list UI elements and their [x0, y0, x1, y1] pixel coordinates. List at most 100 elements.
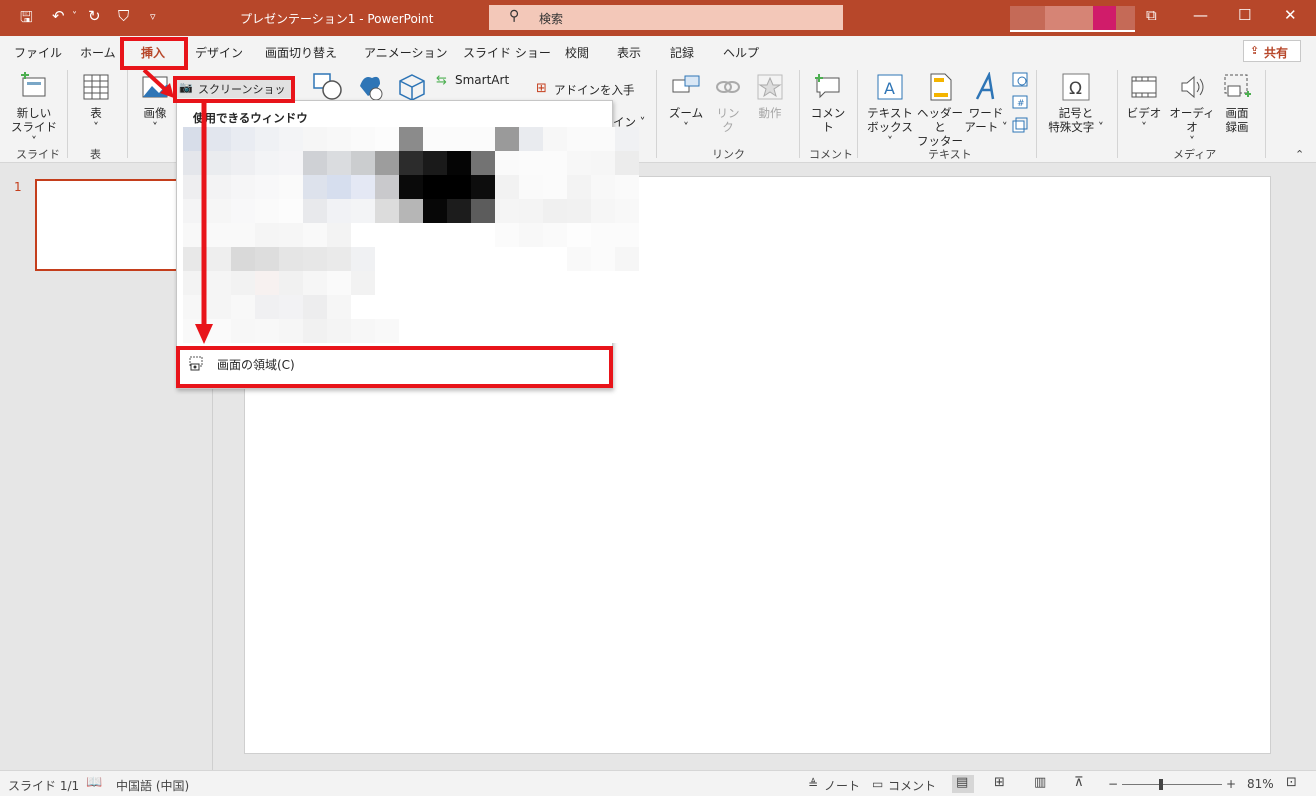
zoom-slider-thumb[interactable] [1159, 779, 1163, 790]
tab-slide-show[interactable]: スライド ショー [463, 44, 551, 61]
save-icon[interactable]: 🖫 [20, 7, 33, 32]
close-button[interactable]: ✕ [1284, 6, 1297, 24]
share-icon: ⇪ [1250, 44, 1260, 57]
tab-design[interactable]: デザイン [195, 44, 243, 61]
thumbnail-pixel [615, 151, 639, 175]
icons-icon[interactable] [354, 72, 386, 102]
zoom-level[interactable]: 81% [1247, 777, 1274, 791]
tab-animations[interactable]: アニメーション [364, 44, 448, 61]
tab-file[interactable]: ファイル [14, 44, 62, 61]
wordart-icon [975, 72, 995, 100]
slide-sorter-icon[interactable]: ⊞ [994, 775, 1005, 790]
header-footer-button[interactable]: ヘッダーと フッター [916, 72, 964, 148]
undo-dropdown-icon[interactable]: ˅ [72, 11, 77, 22]
share-button[interactable]: ⇪ 共有 [1243, 40, 1301, 62]
thumbnail-pixel [327, 319, 351, 343]
zoom-slider[interactable] [1122, 779, 1222, 790]
thumbnail-pixel [399, 295, 423, 319]
thumbnail-pixel [543, 295, 567, 319]
link-button[interactable]: リン ク [710, 72, 746, 134]
zoom-out-button[interactable]: − [1108, 777, 1118, 791]
thumbnail-pixel [231, 199, 255, 223]
thumbnail-pixel [519, 151, 543, 175]
thumbnail-pixel [615, 223, 639, 247]
thumbnail-pixel [399, 175, 423, 199]
search-placeholder: 検索 [539, 12, 564, 26]
search-input[interactable]: ⚲ 検索 [489, 5, 843, 30]
tab-home[interactable]: ホーム [80, 44, 116, 61]
thumbnail-pixel [279, 295, 303, 319]
thumbnail-pixel [303, 199, 327, 223]
symbols-button[interactable]: Ω 記号と 特殊文字 ˅ [1044, 72, 1108, 134]
action-button[interactable]: 動作 [752, 72, 788, 120]
account-avatar[interactable] [1010, 6, 1135, 32]
textbox-button[interactable]: A テキスト ボックス ˅ [864, 72, 916, 148]
tab-record[interactable]: 記録 [670, 44, 694, 61]
thumbnail-pixel [303, 175, 327, 199]
video-button[interactable]: ビデオ ˅ [1124, 72, 1164, 134]
screen-recording-label: 画面 [1225, 106, 1249, 120]
thumbnail-pixel [375, 151, 399, 175]
zoom-button[interactable]: ズーム ˅ [666, 72, 706, 134]
language-indicator[interactable]: 中国語 (中国) [116, 777, 189, 794]
thumbnail-pixel [303, 295, 327, 319]
tab-review[interactable]: 校閲 [565, 44, 589, 61]
svg-text:Ω: Ω [1069, 79, 1082, 99]
thumbnail-pixel [351, 175, 375, 199]
thumbnail-pixel [375, 199, 399, 223]
link-icon [716, 81, 740, 93]
video-label: ビデオ [1126, 106, 1162, 120]
thumbnail-pixel [423, 223, 447, 247]
3d-models-icon[interactable] [396, 72, 428, 102]
thumbnail-pixel [543, 247, 567, 271]
reading-view-icon[interactable]: ▥ [1034, 775, 1046, 790]
thumbnail-pixel [447, 175, 471, 199]
present-from-start-icon[interactable]: ⛉ [118, 7, 129, 25]
header-footer-icon [930, 73, 952, 101]
get-addins-label[interactable]: アドインを入手 [554, 82, 635, 98]
wordart-button[interactable]: ワード アート ˅ [964, 72, 1008, 134]
tab-transitions[interactable]: 画面切り替え [265, 44, 337, 61]
screen-recording-label-2: 録画 [1225, 120, 1249, 134]
zoom-in-button[interactable]: + [1226, 777, 1236, 791]
audio-button[interactable]: オーディオ ˅ [1165, 72, 1219, 148]
thumbnail-pixel [591, 271, 615, 295]
new-slide-button[interactable]: 新しい スライド ˅ [8, 72, 60, 148]
minimize-button[interactable]: — [1193, 6, 1208, 24]
shapes-icon[interactable] [312, 72, 344, 102]
smartart-label[interactable]: SmartArt [455, 73, 509, 87]
fit-to-window-icon[interactable]: ⊡ [1286, 775, 1297, 790]
comment-button[interactable]: コメント [806, 72, 850, 134]
thumbnail-pixel [567, 175, 591, 199]
video-dropdown-arrow: ˅ [1141, 120, 1147, 134]
comments-button[interactable]: コメント [888, 777, 936, 794]
spelling-check-icon[interactable]: 📖 [86, 775, 102, 790]
customize-toolbar-icon[interactable]: ▿ [150, 10, 156, 23]
notes-icon: ≜ [808, 777, 819, 791]
slide-number-icon[interactable]: # [1011, 93, 1029, 111]
group-label-text: テキスト [928, 148, 972, 161]
object-icon[interactable] [1011, 116, 1029, 134]
thumbnail-pixel [255, 127, 279, 151]
thumbnail-pixel [591, 151, 615, 175]
ribbon-display-options-icon[interactable]: ⧉ [1146, 6, 1157, 24]
screen-recording-button[interactable]: 画面 録画 [1218, 72, 1256, 134]
table-button[interactable]: 表 ˅ [78, 72, 114, 134]
tab-view[interactable]: 表示 [617, 44, 641, 61]
thumbnail-pixel [399, 271, 423, 295]
maximize-button[interactable]: ☐ [1238, 6, 1251, 24]
thumbnail-pixel [495, 127, 519, 151]
date-time-icon[interactable] [1011, 70, 1029, 88]
thumbnail-pixel [615, 175, 639, 199]
thumbnail-pixel [399, 199, 423, 223]
collapse-ribbon-icon[interactable]: ⌃ [1295, 148, 1304, 161]
undo-icon[interactable]: ↶ [52, 7, 65, 25]
redo-icon[interactable]: ↻ [88, 7, 101, 25]
notes-button[interactable]: ノート [824, 777, 860, 794]
wordart-label-2: アート ˅ [964, 120, 1008, 134]
slide-show-icon[interactable]: ⊼ [1074, 775, 1084, 790]
thumbnail-pixel [327, 247, 351, 271]
tab-help[interactable]: ヘルプ [723, 44, 759, 61]
thumbnail-pixel [303, 271, 327, 295]
new-slide-icon [21, 72, 46, 97]
